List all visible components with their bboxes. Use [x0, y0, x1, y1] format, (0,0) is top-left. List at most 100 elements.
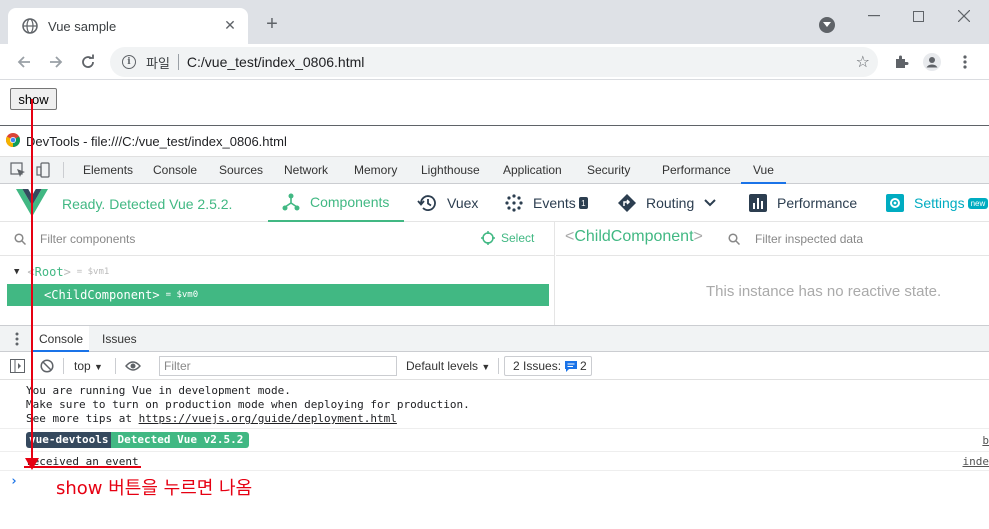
show-button[interactable]: show [10, 88, 57, 110]
issues-button[interactable]: 2 Issues: 2 [504, 356, 592, 376]
address-bar[interactable]: i 파일 C:/vue_test/index_0806.html ☆ [110, 47, 878, 77]
component-filter-input[interactable]: Filter components [40, 232, 135, 246]
vue-tab-settings-label: Settings [914, 195, 965, 211]
select-label: Select [501, 231, 535, 245]
back-icon[interactable] [14, 52, 34, 72]
tab-search-icon[interactable] [819, 17, 835, 33]
deployment-guide-link[interactable]: https://vuejs.org/guide/deployment.html [139, 412, 397, 425]
browser-tabstrip: Vue sample ✕ + [0, 0, 989, 44]
tab-title: Vue sample [48, 18, 117, 34]
vue-tab-settings[interactable]: Settings new [886, 184, 989, 222]
context-selector[interactable]: top ▼ [74, 359, 103, 373]
tree-item-child-component[interactable]: < ChildComponent > = $vm0 [7, 284, 549, 306]
globe-icon [22, 18, 38, 34]
close-icon[interactable]: ✕ [222, 18, 238, 34]
vue-devtools-header: Ready. Detected Vue 2.5.2. Components Vu… [0, 184, 989, 222]
reload-icon[interactable] [78, 52, 98, 72]
tag-open-bracket: < [44, 288, 52, 302]
message-source-link[interactable]: b [982, 434, 989, 447]
tab-network[interactable]: Network [284, 157, 328, 184]
search-icon [14, 233, 27, 248]
vue-tab-performance-label: Performance [777, 195, 858, 211]
vue-tab-vuex-label: Vuex [447, 195, 479, 211]
tab-elements[interactable]: Elements [83, 157, 133, 184]
inspector-pane: <ChildComponent> Filter inspected data T… [556, 222, 989, 325]
menu-icon[interactable] [956, 53, 974, 71]
device-toolbar-icon[interactable] [36, 162, 52, 178]
sidebar-toggle-icon[interactable] [10, 359, 25, 376]
window-close-icon[interactable] [953, 6, 975, 26]
vue-tab-components-label: Components [310, 194, 390, 210]
drawer-tab-console[interactable]: Console [33, 326, 90, 352]
inspected-data-filter-input[interactable]: Filter inspected data [755, 232, 863, 246]
devtools-title: DevTools - file:///C:/vue_test/index_080… [26, 134, 287, 149]
vue-tab-performance[interactable]: Performance [749, 184, 857, 222]
tab-sources[interactable]: Sources [219, 157, 263, 184]
child-name: ChildComponent [51, 288, 153, 302]
toolbar-divider [498, 358, 499, 374]
detected-vue-badge: Detected Vue v2.5.2 [111, 432, 250, 448]
tab-security[interactable]: Security [587, 157, 630, 184]
devtools-tabbar: Elements Console Sources Network Memory … [0, 157, 989, 184]
console-toolbar: top ▼ Filter Default levels ▼ 2 Issues: … [0, 352, 989, 380]
root-vm: = $vm1 [76, 267, 110, 277]
tab-memory[interactable]: Memory [354, 157, 397, 184]
minimize-icon[interactable] [863, 6, 885, 26]
component-tree-pane: Filter components Select ▼ <Root> = $vm1… [0, 222, 555, 325]
star-icon[interactable]: ☆ [856, 54, 870, 70]
tag-close-bracket: > [63, 265, 71, 279]
maximize-icon[interactable] [907, 6, 929, 26]
search-icon [728, 233, 741, 248]
settings-new-badge: new [967, 197, 989, 209]
chevron-down-icon [704, 199, 716, 207]
settings-icon [886, 194, 904, 212]
tab-application[interactable]: Application [503, 157, 562, 184]
extensions-icon[interactable] [892, 53, 910, 71]
drawer-tab-issues[interactable]: Issues [102, 326, 137, 352]
plus-icon[interactable]: + [262, 14, 282, 34]
inspect-element-icon[interactable] [10, 162, 26, 178]
tab-divider [63, 162, 64, 178]
events-badge: 1 [578, 197, 588, 209]
forward-icon[interactable] [46, 52, 66, 72]
routing-icon [618, 194, 636, 212]
info-icon[interactable]: i [122, 55, 136, 69]
eye-icon[interactable] [125, 360, 141, 375]
issues-label: 2 Issues: [513, 359, 562, 373]
caret-down-icon[interactable]: ▼ [14, 267, 19, 277]
tab-lighthouse[interactable]: Lighthouse [421, 157, 480, 184]
toolbar-divider [63, 358, 64, 374]
console-prompt-icon[interactable]: › [10, 474, 18, 489]
tree-item-root[interactable]: ▼ <Root> = $vm1 [14, 265, 109, 279]
drawer-menu-icon[interactable] [15, 332, 19, 349]
vue-tab-components[interactable]: Components [268, 184, 404, 222]
component-filter-bar: Filter components Select [0, 222, 555, 256]
caret-down-icon: ▼ [94, 362, 103, 372]
message-icon [565, 360, 578, 372]
tab-console[interactable]: Console [153, 157, 197, 184]
clear-console-icon[interactable] [40, 359, 54, 376]
tab-vue[interactable]: Vue [741, 157, 786, 184]
vue-tab-routing-label: Routing [646, 195, 695, 211]
vue-tab-events[interactable]: Events 1 [505, 184, 588, 222]
log-levels-dropdown[interactable]: Default levels ▼ [406, 359, 490, 373]
vue-devtools-body: Filter components Select ▼ <Root> = $vm1… [0, 222, 989, 325]
url-text[interactable]: C:/vue_test/index_0806.html [187, 54, 364, 70]
message-source-link[interactable]: inde [963, 455, 989, 468]
vue-tab-routing[interactable]: Routing [618, 184, 716, 222]
drawer-tabbar: Console Issues [0, 325, 989, 352]
browser-tab[interactable]: Vue sample ✕ [8, 8, 248, 44]
console-message-dev-mode: You are running Vue in development mode.… [26, 384, 470, 425]
issues-count: 2 [580, 359, 587, 373]
child-vm: = $vm0 [165, 290, 199, 300]
page-viewport: show [0, 81, 989, 126]
annotation-underline [24, 466, 141, 468]
console-message-devtools: vue-devtools Detected Vue v2.5.2 [26, 432, 250, 448]
vue-tab-vuex[interactable]: Vuex [417, 184, 478, 222]
select-component-button[interactable]: Select [481, 231, 534, 245]
console-filter-input[interactable]: Filter [159, 356, 397, 376]
vue-status: Ready. Detected Vue 2.5.2. [62, 196, 233, 212]
profile-icon[interactable] [923, 53, 941, 71]
tab-performance[interactable]: Performance [662, 157, 731, 184]
events-icon [505, 194, 523, 212]
